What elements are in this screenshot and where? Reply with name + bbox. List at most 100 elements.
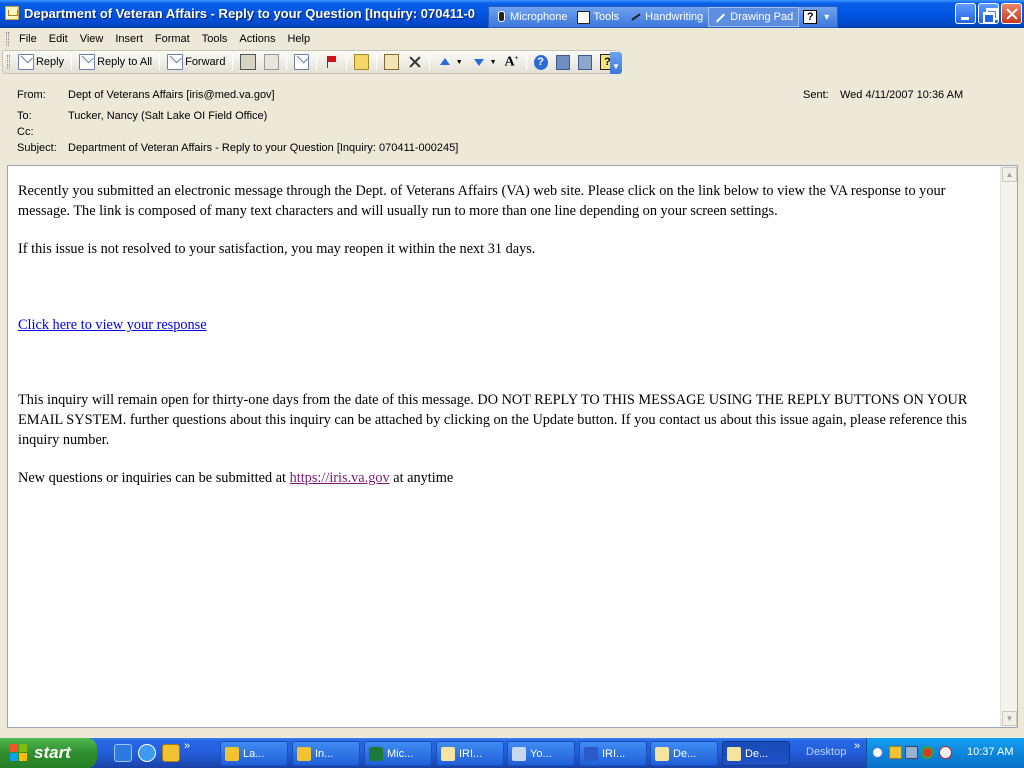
- message-body-pane[interactable]: Recently you submitted an electronic mes…: [7, 165, 1018, 728]
- toolbar-separator: [375, 54, 377, 70]
- menu-actions[interactable]: Actions: [233, 33, 281, 45]
- mark-unread-envelope-icon[interactable]: [293, 54, 309, 70]
- language-bar-options-chevron-icon[interactable]: ▾: [821, 12, 832, 23]
- subject-value: Department of Veteran Affairs - Reply to…: [68, 142, 459, 154]
- forward-icon: [167, 54, 184, 70]
- menu-grip-icon[interactable]: [6, 31, 9, 46]
- language-bar-help-icon[interactable]: ?: [803, 10, 818, 24]
- window-title: Department of Veteran Affairs - Reply to…: [24, 6, 476, 21]
- print-icon[interactable]: [240, 54, 256, 70]
- scroll-down-icon[interactable]: ▼: [1002, 711, 1017, 726]
- taskbar-item[interactable]: Mic...: [364, 741, 432, 766]
- tools-icon: [577, 10, 591, 24]
- envelope-icon: [727, 746, 741, 761]
- taskbar-item[interactable]: IRI...: [579, 741, 647, 766]
- message-header: From: Dept of Veterans Affairs [iris@med…: [0, 76, 1024, 160]
- toolbar-overflow-chevron-icon[interactable]: ▼: [610, 52, 622, 74]
- taskbar-item-label: Mic...: [387, 747, 414, 760]
- vertical-scrollbar[interactable]: ▲ ▼: [1000, 166, 1017, 727]
- font-size-icon[interactable]: A+: [505, 54, 519, 71]
- message-body-text: Recently you submitted an electronic mes…: [18, 182, 988, 489]
- menu-view[interactable]: View: [74, 33, 110, 45]
- toolbar-grip-icon[interactable]: [7, 55, 10, 69]
- taskbar-item-active[interactable]: De...: [722, 741, 790, 766]
- microphone-button[interactable]: Microphone: [489, 7, 572, 27]
- message-icon: [512, 746, 526, 761]
- start-label: start: [34, 743, 71, 762]
- body-paragraph: Recently you submitted an electronic mes…: [18, 183, 946, 219]
- reply-button[interactable]: Reply: [14, 52, 68, 72]
- previous-item-icon[interactable]: [437, 54, 452, 70]
- taskbar-item[interactable]: La...: [220, 741, 288, 766]
- taskbar-item[interactable]: De...: [650, 741, 718, 766]
- next-dropdown-chevron-icon[interactable]: ▼: [490, 59, 497, 66]
- word-icon: [584, 746, 598, 761]
- next-item-icon[interactable]: [471, 54, 486, 70]
- quick-launch-chevron-icon[interactable]: »: [184, 740, 190, 762]
- menu-help[interactable]: Help: [281, 33, 316, 45]
- outlook-tray-icon[interactable]: [889, 746, 902, 759]
- outlook-icon[interactable]: [162, 744, 180, 762]
- pen-icon: [629, 11, 642, 24]
- address-book-icon[interactable]: [555, 54, 570, 70]
- from-value[interactable]: Dept of Veterans Affairs [iris@med.va.go…: [68, 89, 275, 101]
- view-response-link[interactable]: Click here to view your response: [18, 317, 207, 333]
- menu-tools[interactable]: Tools: [196, 33, 234, 45]
- forward-button[interactable]: Forward: [163, 52, 229, 72]
- copy-to-folder-icon[interactable]: [383, 54, 399, 70]
- title-bar[interactable]: Department of Veteran Affairs - Reply to…: [0, 0, 1024, 28]
- start-button[interactable]: start: [0, 738, 97, 768]
- body-paragraph: New questions or inquiries can be submit…: [18, 469, 988, 489]
- sent-value: Wed 4/11/2007 10:36 AM: [840, 89, 964, 101]
- taskbar-item-label: La...: [243, 747, 265, 760]
- help-circle-icon[interactable]: ?: [533, 54, 548, 70]
- print-preview-icon[interactable]: [263, 54, 279, 70]
- desktop-toolbar-chevron-icon[interactable]: »: [854, 740, 860, 752]
- network-icon[interactable]: [905, 746, 918, 759]
- app-icon: [225, 746, 239, 761]
- tools-button[interactable]: Tools: [572, 7, 624, 27]
- menu-edit[interactable]: Edit: [43, 33, 74, 45]
- microphone-label: Microphone: [510, 11, 568, 23]
- tools-label: Tools: [593, 11, 620, 23]
- taskbar-item-label: De...: [745, 747, 769, 760]
- body-text-span: New questions or inquiries can be submit…: [18, 470, 290, 487]
- windows-logo-icon: [10, 744, 28, 762]
- menu-file[interactable]: File: [13, 33, 43, 45]
- taskbar-item-label: De...: [673, 747, 697, 760]
- previous-dropdown-chevron-icon[interactable]: ▼: [456, 59, 463, 66]
- wireless-icon[interactable]: [939, 746, 952, 759]
- taskbar-item[interactable]: Yo...: [507, 741, 575, 766]
- scroll-up-icon[interactable]: ▲: [1002, 167, 1017, 182]
- reply-all-button[interactable]: Reply to All: [75, 52, 156, 72]
- taskbar-item-label: In...: [315, 747, 334, 760]
- body-text-span: at anytime: [389, 470, 454, 487]
- envelope-icon: [655, 746, 669, 761]
- desktop-toolbar-label[interactable]: Desktop: [806, 746, 846, 758]
- follow-up-flag-icon[interactable]: [324, 54, 339, 70]
- taskbar-item[interactable]: IRI...: [436, 741, 504, 766]
- move-to-folder-icon[interactable]: [353, 54, 369, 70]
- envelope-icon: [441, 746, 455, 761]
- restore-button[interactable]: [978, 3, 999, 24]
- menu-format[interactable]: Format: [149, 33, 196, 45]
- drawing-pad-button[interactable]: Drawing Pad: [708, 7, 800, 27]
- delete-icon[interactable]: [407, 54, 422, 70]
- tray-expand-icon[interactable]: [871, 746, 884, 759]
- show-desktop-icon[interactable]: [114, 744, 132, 762]
- clock[interactable]: 10:37 AM: [967, 746, 1013, 758]
- drawing-pad-icon: [714, 11, 727, 24]
- menu-insert[interactable]: Insert: [109, 33, 149, 45]
- to-value[interactable]: Tucker, Nancy (Salt Lake OI Field Office…: [68, 110, 267, 122]
- taskbar-item-label: Yo...: [530, 747, 552, 760]
- iris-site-link[interactable]: https://iris.va.gov: [290, 470, 390, 486]
- close-button[interactable]: [1001, 3, 1022, 24]
- minimize-button[interactable]: [955, 3, 976, 24]
- body-paragraph: If this issue is not resolved to your sa…: [18, 241, 536, 258]
- handwriting-button[interactable]: Handwriting: [624, 7, 708, 27]
- outlook-message-window: Department of Veteran Affairs - Reply to…: [0, 0, 1024, 738]
- internet-explorer-icon[interactable]: [138, 744, 156, 762]
- security-icon[interactable]: [921, 746, 934, 759]
- find-contact-icon[interactable]: [577, 54, 592, 70]
- taskbar-item[interactable]: In...: [292, 741, 360, 766]
